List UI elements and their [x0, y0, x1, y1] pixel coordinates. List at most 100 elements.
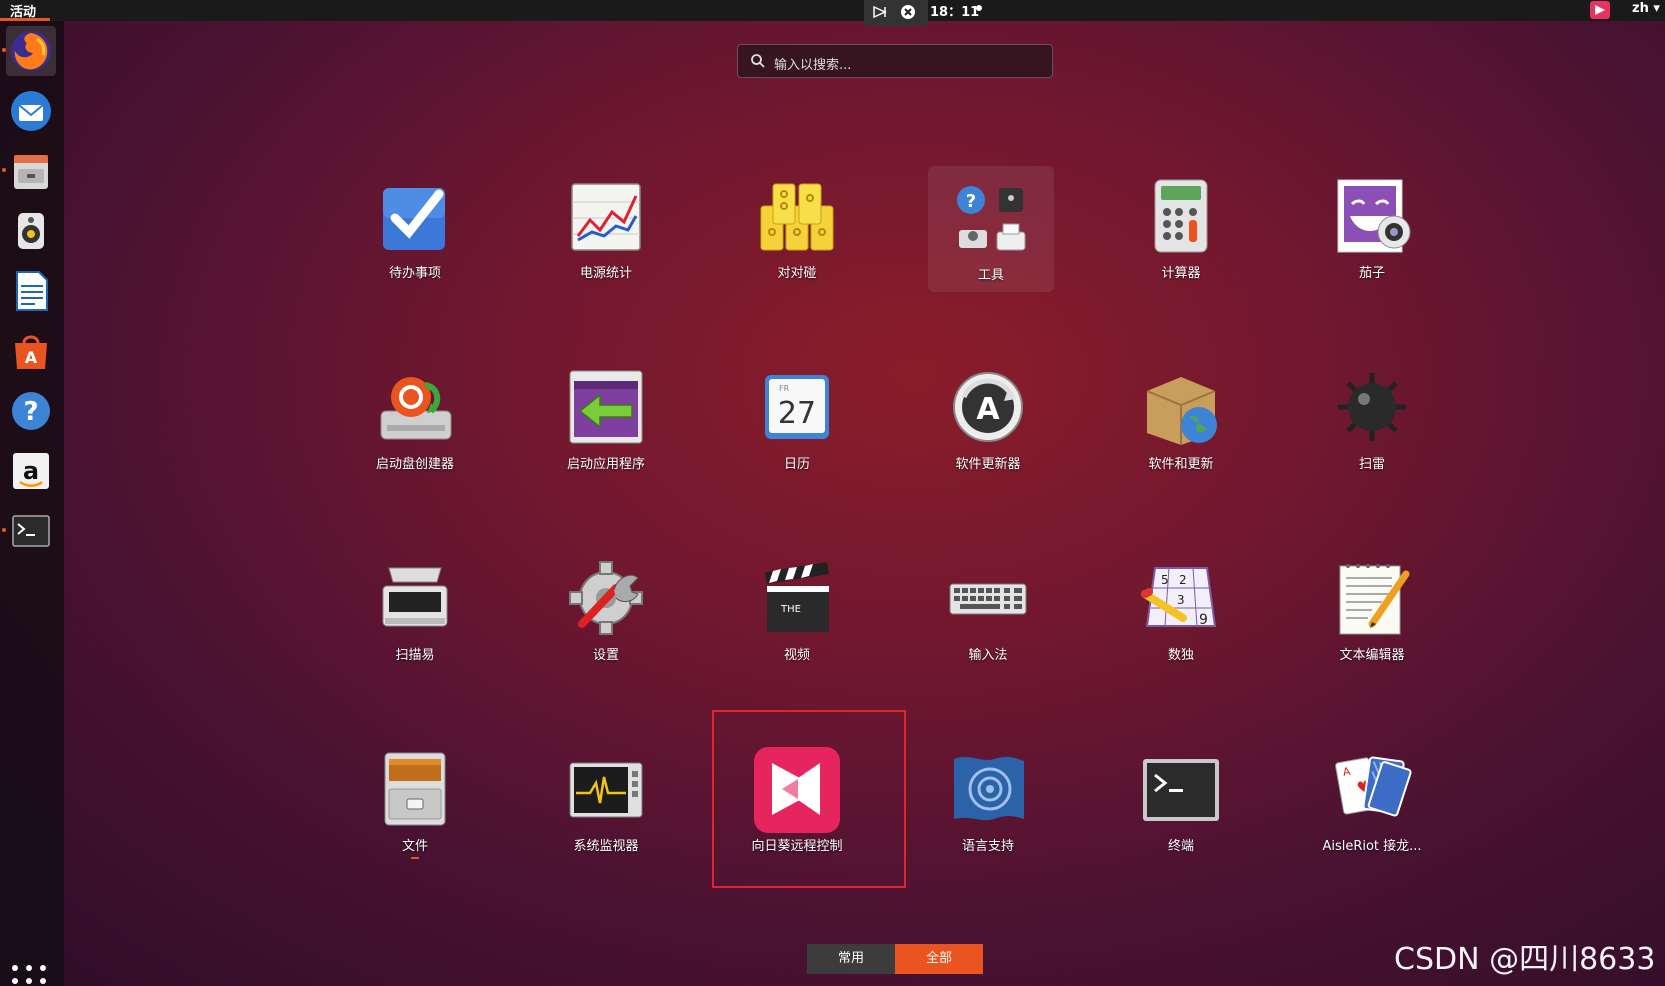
- app-label: 启动盘创建器: [375, 457, 454, 472]
- search-icon: [751, 54, 765, 68]
- sudoku-digit: 2: [1179, 573, 1187, 587]
- app-label: 设置: [592, 648, 619, 663]
- dock-thunderbird[interactable]: [6, 86, 56, 136]
- app-label: 输入法: [968, 648, 1008, 663]
- close-circle-icon[interactable]: [900, 4, 916, 20]
- app-label: 视频: [783, 648, 810, 663]
- software-properties-icon: [1146, 377, 1217, 445]
- running-indicator: [2, 528, 6, 532]
- app-label: 数独: [1167, 648, 1194, 663]
- app-settings[interactable]: 设置: [516, 548, 696, 718]
- app-label: 软件更新器: [955, 457, 1021, 472]
- thunderbird-icon: [11, 91, 51, 131]
- search-input[interactable]: 输入以搜索...: [737, 44, 1053, 78]
- app-text-editor[interactable]: 文本编辑器: [1282, 548, 1462, 718]
- dock-help[interactable]: ?: [6, 386, 56, 436]
- startup-applications-icon: [569, 370, 643, 444]
- app-folder-utilities[interactable]: ? 工具: [928, 166, 1054, 292]
- utilities-folder-icon: ?: [957, 186, 1026, 251]
- todo-checkbox-icon: [383, 188, 445, 250]
- svg-text:?: ?: [23, 397, 38, 427]
- app-usb-creator[interactable]: 启动盘创建器: [325, 357, 505, 527]
- notification-tray[interactable]: [864, 0, 928, 26]
- tab-frequent[interactable]: 常用: [807, 944, 895, 974]
- sudoku-digit: 9: [1199, 612, 1208, 628]
- dock-amazon[interactable]: a: [6, 446, 56, 496]
- app-label: 语言支持: [961, 839, 1014, 854]
- app-label: 工具: [977, 268, 1004, 283]
- scanner-icon: [382, 567, 448, 627]
- terminal-icon: [12, 515, 50, 547]
- software-updater-icon: A: [953, 372, 1023, 442]
- help-question-icon: ?: [12, 392, 50, 430]
- running-indicator: [2, 48, 6, 52]
- app-power-statistics[interactable]: 电源统计: [516, 166, 696, 336]
- dock-libreoffice-writer[interactable]: [6, 266, 56, 316]
- software-center-bag-icon: A: [15, 335, 47, 369]
- sudoku-icon: 5 2 3 9: [1141, 567, 1217, 628]
- app-calculator[interactable]: 计算器: [1091, 166, 1271, 336]
- app-label: 待办事项: [388, 266, 441, 281]
- calendar-day-abbr: FR: [779, 384, 790, 393]
- video-clapperboard-icon: THE: [765, 562, 829, 632]
- mines-icon: [1338, 373, 1406, 441]
- files-cabinet-icon: [14, 155, 48, 189]
- calendar-icon: FR 27: [765, 375, 829, 439]
- svg-text:?: ?: [966, 191, 976, 212]
- input-language-indicator[interactable]: zh ▾: [1632, 1, 1660, 16]
- app-system-monitor[interactable]: 系统监视器: [516, 739, 696, 909]
- app-label: 日历: [783, 457, 810, 472]
- dock: A ? a: [0, 21, 64, 986]
- usb-creator-icon: [380, 377, 452, 440]
- running-indicator: [2, 168, 6, 172]
- app-videos[interactable]: THE 视频: [707, 548, 887, 718]
- dock-rhythmbox[interactable]: [6, 206, 56, 256]
- app-mines[interactable]: 扫雷: [1282, 357, 1462, 527]
- rhythmbox-speaker-icon: [18, 213, 44, 249]
- power-statistics-icon: [571, 183, 641, 251]
- dock-software-center[interactable]: A: [6, 326, 56, 376]
- mahjongg-tiles-icon: [760, 183, 834, 251]
- watermark: CSDN @四川8633: [1394, 942, 1656, 977]
- app-files[interactable]: 文件: [325, 739, 505, 909]
- dock-terminal[interactable]: [6, 506, 56, 556]
- tab-all[interactable]: 全部: [895, 944, 983, 974]
- system-monitor-icon: [569, 762, 643, 818]
- firefox-icon: [11, 31, 51, 71]
- app-sudoku[interactable]: 5 2 3 9 数独: [1091, 548, 1271, 718]
- sunlogin-status-icon[interactable]: [1590, 1, 1610, 19]
- language-label: zh: [1632, 1, 1649, 16]
- app-label: 电源统计: [579, 266, 632, 281]
- text-editor-icon: [1339, 564, 1410, 635]
- app-label: 对对碰: [777, 266, 817, 281]
- app-aisleriot[interactable]: A ♥ AisleRiot 接龙...: [1282, 739, 1462, 909]
- svg-text:A: A: [25, 348, 38, 367]
- app-simple-scan[interactable]: 扫描易: [325, 548, 505, 718]
- app-label: 茄子: [1358, 266, 1385, 281]
- app-todo[interactable]: 待办事项: [325, 166, 505, 336]
- app-label: 文本编辑器: [1339, 648, 1405, 663]
- app-input-method[interactable]: 输入法: [898, 548, 1078, 718]
- app-software-properties[interactable]: 软件和更新: [1091, 357, 1271, 527]
- app-label: 文件: [401, 839, 428, 854]
- language-support-icon: [954, 756, 1024, 821]
- svg-text:a: a: [23, 457, 39, 485]
- app-startup-applications[interactable]: 启动应用程序: [516, 357, 696, 527]
- dock-firefox[interactable]: [6, 26, 56, 76]
- amazon-icon: a: [13, 453, 49, 489]
- sunlogin-tray-icon[interactable]: [872, 4, 888, 20]
- clock[interactable]: 18：11: [930, 1, 979, 20]
- svg-text:A: A: [976, 392, 1000, 427]
- sudoku-digit: 5: [1161, 573, 1169, 587]
- show-applications-button[interactable]: [8, 961, 54, 986]
- dock-files[interactable]: [6, 146, 56, 196]
- app-calendar[interactable]: FR 27 日历: [707, 357, 887, 527]
- app-language-support[interactable]: 语言支持: [898, 739, 1078, 909]
- app-cheese[interactable]: 茄子: [1282, 166, 1462, 336]
- app-mahjongg[interactable]: 对对碰: [707, 166, 887, 336]
- app-terminal[interactable]: 终端: [1091, 739, 1271, 909]
- app-software-updater[interactable]: A 软件更新器: [898, 357, 1078, 527]
- app-label: 扫描易: [395, 648, 435, 663]
- app-label: 软件和更新: [1148, 457, 1214, 472]
- search-placeholder: 输入以搜索...: [774, 58, 852, 73]
